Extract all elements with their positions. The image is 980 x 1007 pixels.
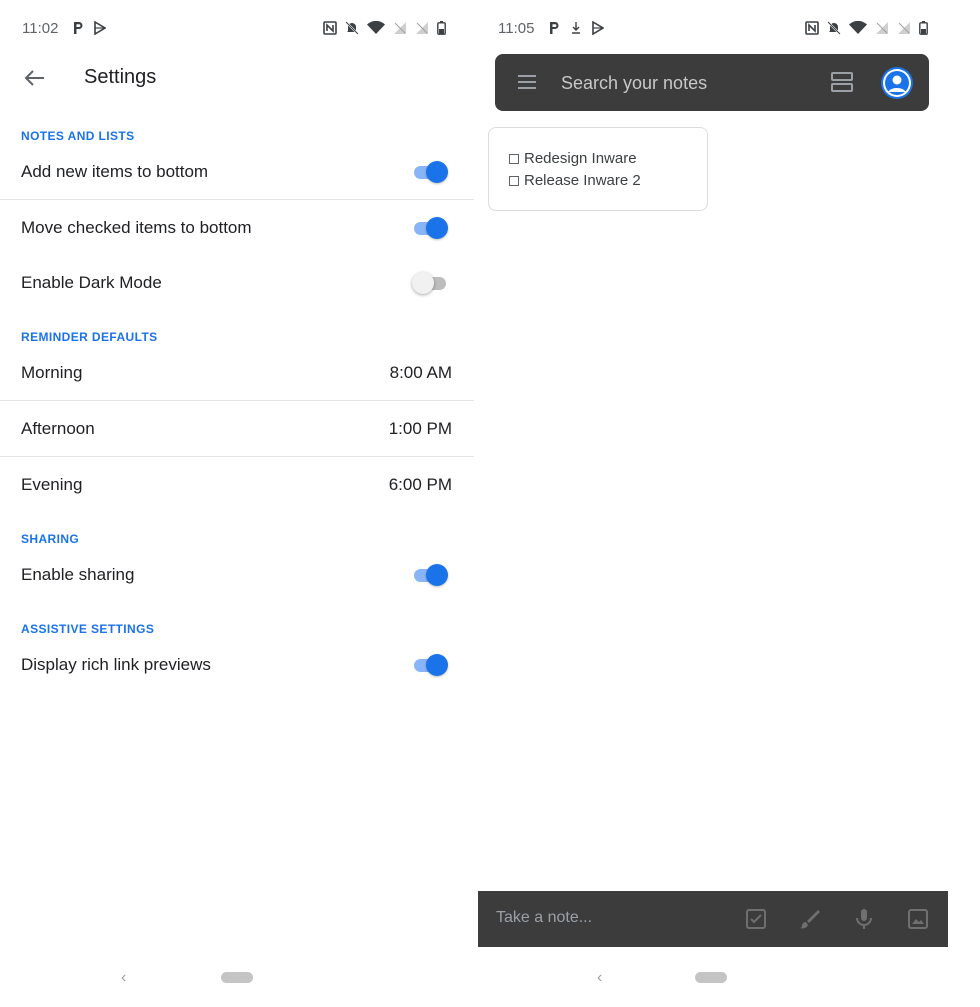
reminder-time: 1:00 PM [388, 418, 452, 438]
page-title: Settings [84, 66, 157, 88]
system-nav-bar: ‹ [0, 967, 474, 987]
setting-label: Enable sharing [21, 564, 135, 584]
setting-enable-dark-mode[interactable]: Enable Dark Mode [0, 255, 474, 310]
setting-label: Enable Dark Mode [21, 272, 162, 292]
reminder-afternoon[interactable]: Afternoon 1:00 PM [0, 401, 474, 456]
notifications-off-icon [345, 21, 359, 35]
status-time: 11:02 [22, 19, 59, 37]
reminder-morning[interactable]: Morning 8:00 AM [0, 345, 474, 400]
search-input[interactable] [559, 64, 803, 102]
signal-off-icon-2 [416, 22, 428, 34]
rich-link-previews-toggle[interactable] [412, 653, 448, 676]
add-new-items-toggle[interactable] [412, 160, 448, 183]
section-reminder-defaults: REMINDER DEFAULTS [21, 330, 158, 344]
download-icon [572, 22, 581, 34]
account-avatar-icon[interactable] [881, 67, 913, 99]
notifications-off-icon [827, 21, 841, 35]
status-bar: 11:05 [498, 18, 928, 38]
dark-mode-toggle[interactable] [412, 271, 448, 294]
system-nav-bar: ‹ [478, 967, 948, 987]
checklist-item-text: Redesign Inware [524, 150, 637, 167]
section-assistive-settings: ASSISTIVE SETTINGS [21, 622, 155, 636]
setting-move-checked-items-bottom[interactable]: Move checked items to bottom [0, 200, 474, 255]
hamburger-menu-icon[interactable] [517, 73, 537, 91]
battery-icon [919, 21, 928, 35]
reminder-label: Morning [21, 362, 83, 382]
status-time: 11:05 [498, 19, 535, 37]
notes-screen: 11:05 Redesign Inware Release [478, 0, 948, 1007]
checklist-item[interactable]: Release Inware 2 [509, 172, 641, 189]
signal-off-icon-2 [898, 22, 910, 34]
setting-label: Move checked items to bottom [21, 217, 252, 237]
status-bar: 11:02 [22, 18, 446, 38]
settings-app-bar: Settings [0, 60, 474, 96]
setting-add-new-items-bottom[interactable]: Add new items to bottom [0, 144, 474, 199]
nav-back-icon[interactable]: ‹ [121, 969, 126, 987]
reminder-label: Afternoon [21, 418, 95, 438]
search-bar [495, 54, 929, 111]
setting-rich-link-previews[interactable]: Display rich link previews [0, 637, 474, 692]
reminder-time: 6:00 PM [388, 474, 452, 494]
setting-label: Display rich link previews [21, 654, 211, 674]
enable-sharing-toggle[interactable] [412, 563, 448, 586]
reminder-label: Evening [21, 474, 83, 494]
new-list-icon[interactable] [744, 907, 768, 931]
checklist-item-text: Release Inware 2 [524, 172, 641, 189]
nav-home-pill[interactable] [221, 972, 253, 983]
nfc-icon [323, 21, 337, 35]
note-card[interactable]: Redesign Inware Release Inware 2 [488, 127, 708, 211]
signal-off-icon [394, 22, 406, 34]
wifi-icon [849, 21, 867, 34]
parking-icon [550, 22, 559, 34]
signal-off-icon [876, 22, 888, 34]
play-store-icon [94, 21, 107, 35]
wifi-icon [367, 21, 385, 34]
settings-screen: 11:02 Settings NOTES AND LISTS Add new i… [0, 0, 474, 1007]
take-note-bar: Take a note... [478, 891, 948, 947]
setting-label: Add new items to bottom [21, 161, 209, 181]
back-arrow-icon[interactable] [22, 66, 48, 90]
checkbox-icon[interactable] [509, 175, 519, 186]
checkbox-icon[interactable] [509, 153, 519, 164]
section-sharing: SHARING [21, 532, 80, 546]
checklist-item[interactable]: Redesign Inware [509, 150, 637, 167]
battery-icon [437, 21, 446, 35]
microphone-icon[interactable] [852, 907, 876, 931]
take-note-input[interactable]: Take a note... [496, 909, 592, 927]
section-notes-and-lists: NOTES AND LISTS [21, 129, 135, 143]
drawing-brush-icon[interactable] [798, 907, 822, 931]
nfc-icon [805, 21, 819, 35]
image-icon[interactable] [906, 907, 930, 931]
reminder-time: 8:00 AM [389, 362, 452, 382]
reminder-evening[interactable]: Evening 6:00 PM [0, 457, 474, 512]
nav-home-pill[interactable] [695, 972, 727, 983]
play-store-icon [592, 21, 605, 35]
parking-icon [74, 22, 83, 34]
setting-enable-sharing[interactable]: Enable sharing [0, 547, 474, 602]
list-view-icon[interactable] [830, 70, 854, 94]
move-checked-items-toggle[interactable] [412, 216, 448, 239]
nav-back-icon[interactable]: ‹ [597, 969, 602, 987]
